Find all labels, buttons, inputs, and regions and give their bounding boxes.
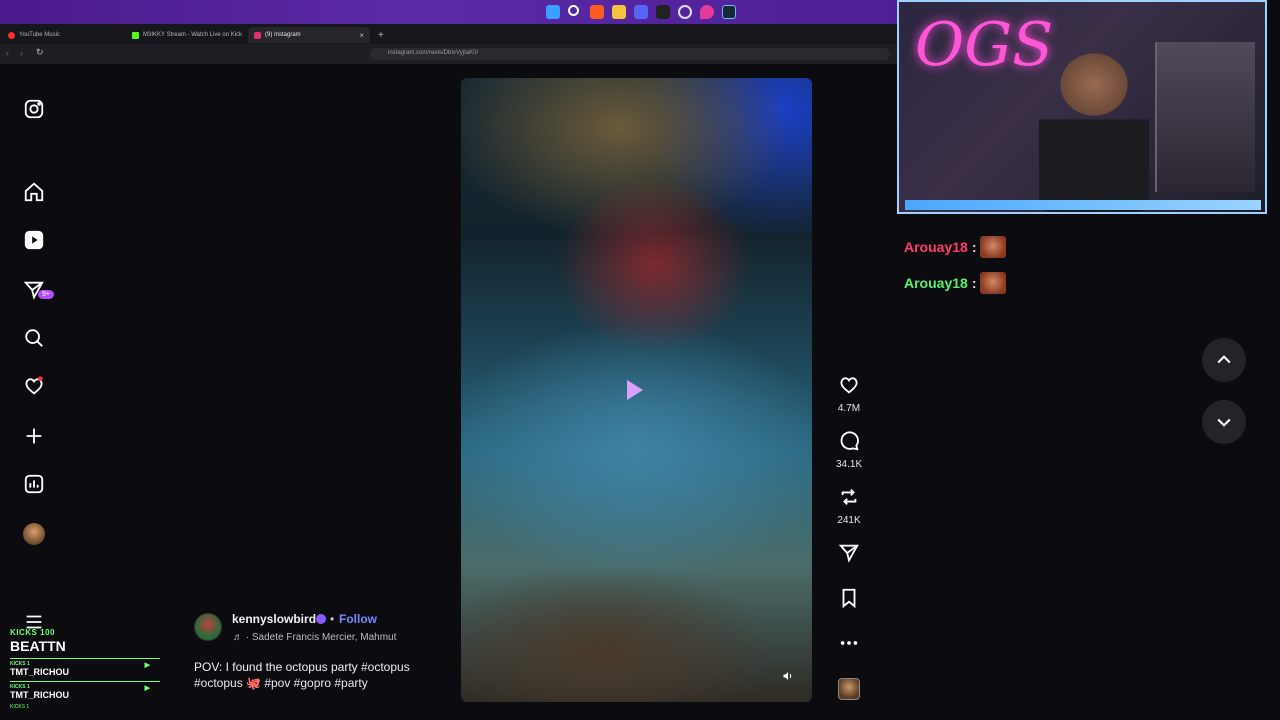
- more-icon: [840, 641, 858, 645]
- comment-count: 34.1K: [836, 459, 863, 470]
- kicks-tail-label: KICKS 1: [10, 704, 30, 710]
- tab-instagram[interactable]: (9) Instagram ×: [248, 27, 370, 43]
- close-icon[interactable]: ×: [359, 31, 364, 40]
- tab-label: (9) Instagram: [265, 32, 301, 38]
- send-icon: [838, 544, 859, 563]
- more-options-button[interactable]: [836, 632, 862, 659]
- profile-avatar[interactable]: [22, 522, 46, 546]
- youtube-music-icon: [8, 31, 15, 39]
- search-nav-icon[interactable]: [22, 326, 46, 350]
- like-button[interactable]: 4.7M: [836, 374, 862, 414]
- music-note-icon: ♬: [233, 632, 246, 643]
- settings-icon[interactable]: [678, 5, 692, 19]
- follow-button[interactable]: Follow: [339, 612, 377, 626]
- reel-video[interactable]: [461, 78, 812, 702]
- neon-logo: OGS: [915, 10, 1054, 80]
- browser-tab-strip: YouTube Music M3IKKY Stream - Watch Live…: [0, 24, 900, 44]
- heart-icon: [840, 377, 858, 394]
- chat-emote: [980, 236, 1007, 258]
- instagram-logo-icon[interactable]: [22, 97, 46, 121]
- tab-youtube-music[interactable]: YouTube Music: [2, 27, 66, 43]
- dashboard-icon[interactable]: [22, 472, 46, 496]
- tab-kick-stream[interactable]: M3IKKY Stream - Watch Live on Kick: [126, 27, 248, 43]
- taskbar: [0, 0, 900, 24]
- like-count: 4.7M: [837, 403, 861, 414]
- streamer-webcam: OGS: [897, 0, 1267, 214]
- kicks-row-name: TMT_RICHOU: [10, 667, 69, 677]
- windows-icon[interactable]: [546, 5, 560, 19]
- reels-icon[interactable]: [22, 228, 46, 252]
- notifications-heart-icon[interactable]: [22, 374, 46, 398]
- separator-dot: •: [330, 612, 335, 626]
- webcam-background-shelf: [1155, 42, 1255, 192]
- share-button[interactable]: [836, 542, 862, 569]
- comment-button[interactable]: 34.1K: [836, 430, 862, 470]
- play-arrow-icon: ▶: [144, 685, 150, 692]
- music-label: · Sadete Francis Mercier, Mahmut: [245, 632, 397, 643]
- terminal-icon[interactable]: [656, 5, 670, 19]
- forward-icon[interactable]: ›: [20, 48, 23, 58]
- verified-badge-icon: [316, 614, 326, 624]
- messages-badge: 9+: [38, 290, 54, 299]
- repost-count: 241K: [837, 515, 861, 526]
- kicks-row: KICKS 1 TMT_RICHOU ▶: [10, 681, 160, 700]
- play-arrow-icon: ▶: [144, 662, 150, 669]
- webcam-streamer: [1039, 42, 1149, 212]
- discord-icon[interactable]: [634, 5, 648, 19]
- comment-icon: [840, 431, 859, 451]
- chat-emote: [980, 272, 1007, 294]
- audio-thumbnail[interactable]: [836, 678, 862, 700]
- reload-icon[interactable]: ↻: [36, 47, 44, 58]
- chevron-down-icon: [1217, 418, 1231, 427]
- folder-icon[interactable]: [612, 5, 626, 19]
- home-icon[interactable]: [22, 180, 46, 204]
- kicks-leaderboard: KICKS 100 BEATTN KICKS 1 TMT_RICHOU ▶ KI…: [10, 628, 160, 710]
- kicks-top-label: KICKS 100: [10, 628, 55, 637]
- new-tab-button[interactable]: +: [372, 27, 390, 43]
- play-icon[interactable]: [627, 380, 643, 400]
- brave-icon[interactable]: [590, 5, 604, 19]
- url-field[interactable]: instagram.com/reels/DbIvVyjIaK0/: [370, 48, 890, 60]
- volume-icon[interactable]: [782, 670, 794, 682]
- kick-icon: [132, 31, 139, 39]
- address-bar: ‹ › ↻ instagram.com/reels/DbIvVyjIaK0/: [0, 44, 900, 64]
- chevron-up-icon: [1217, 355, 1231, 364]
- chat-colon: :: [971, 275, 977, 291]
- steam-icon[interactable]: [722, 5, 736, 19]
- chat-message: Arouay18 :: [904, 272, 1007, 294]
- back-icon[interactable]: ‹: [6, 48, 9, 58]
- kicks-row-name: TMT_RICHOU: [10, 690, 69, 700]
- tab-label: YouTube Music: [19, 32, 60, 38]
- save-button[interactable]: [836, 587, 862, 614]
- caption-text: POV: I found the octopus party: [194, 660, 358, 674]
- next-reel-button[interactable]: [1202, 400, 1246, 444]
- tab-label: M3IKKY Stream - Watch Live on Kick: [143, 32, 243, 38]
- author-avatar[interactable]: [194, 613, 222, 641]
- kicks-top-name: BEATTN: [10, 638, 66, 654]
- search-icon[interactable]: [568, 5, 579, 16]
- chat-message: Arouay18 :: [904, 236, 1007, 258]
- bookmark-icon: [842, 588, 856, 609]
- kicks-row: KICKS 1 TMT_RICHOU ▶: [10, 658, 160, 677]
- music-info[interactable]: ♬ · Sadete Francis Mercier, Mahmut: [233, 632, 408, 643]
- location-icon[interactable]: [700, 5, 714, 19]
- url-text: instagram.com/reels/DbIvVyjIaK0/: [388, 50, 479, 56]
- reel-caption: POV: I found the octopus party #octopus …: [194, 659, 434, 691]
- create-icon[interactable]: [22, 424, 46, 448]
- previous-reel-button[interactable]: [1202, 338, 1246, 382]
- webcam-frame-bar: [905, 200, 1261, 210]
- chat-username[interactable]: Arouay18: [904, 239, 968, 255]
- repost-icon: [841, 489, 857, 505]
- author-username[interactable]: kennyslowbird: [232, 612, 316, 626]
- chat-colon: :: [971, 239, 977, 255]
- instagram-icon: [254, 31, 261, 39]
- repost-button[interactable]: 241K: [836, 486, 862, 526]
- chat-username[interactable]: Arouay18: [904, 275, 968, 291]
